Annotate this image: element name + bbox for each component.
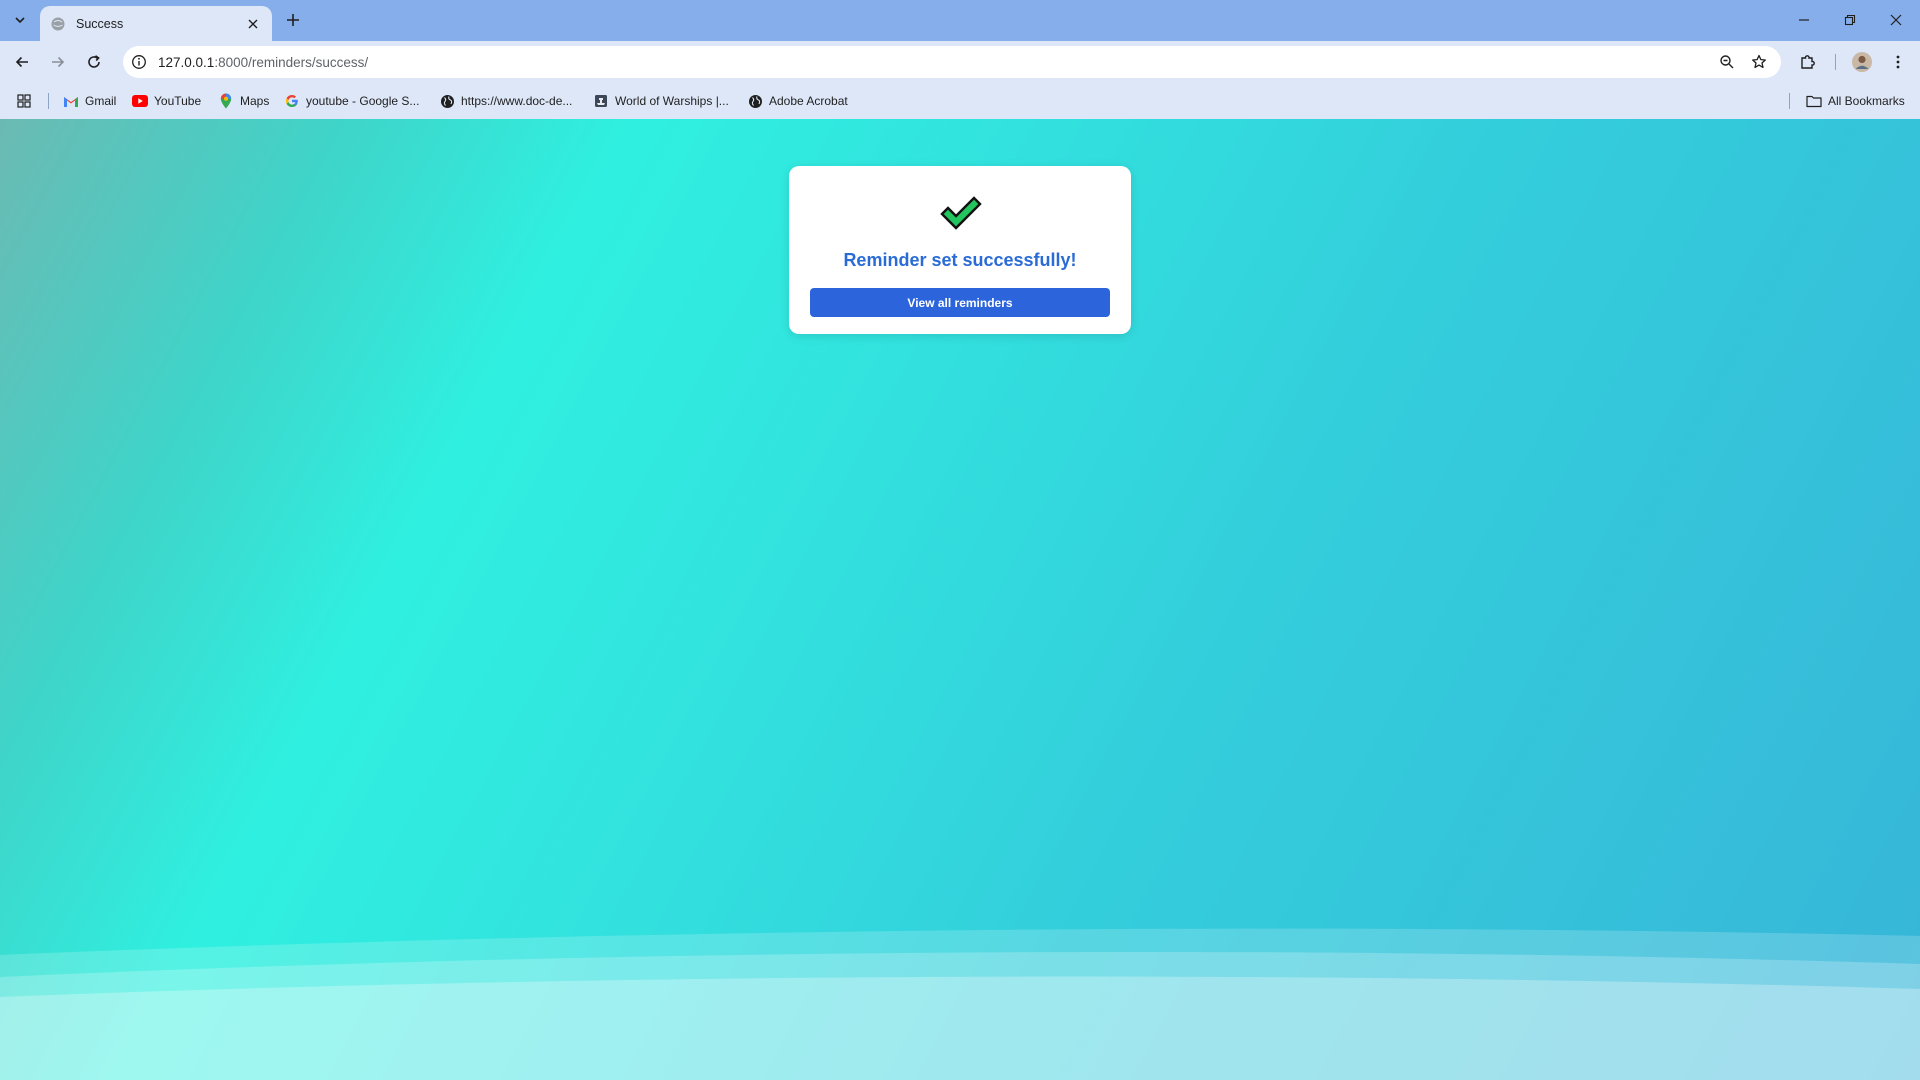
bookmarks-separator <box>48 93 49 109</box>
globe-icon <box>439 93 455 109</box>
checkmark-icon <box>940 196 982 230</box>
apps-grid-icon <box>16 93 32 109</box>
all-bookmarks-button[interactable]: All Bookmarks <box>1806 91 1905 111</box>
profile-avatar[interactable] <box>1848 48 1876 76</box>
maps-icon <box>218 93 234 109</box>
address-bar[interactable]: 127.0.0.1:8000/reminders/success/ <box>123 46 1781 78</box>
extensions-button[interactable] <box>1794 48 1822 76</box>
success-card: Reminder set successfully! View all remi… <box>789 166 1131 334</box>
minimize-button[interactable] <box>1781 0 1827 40</box>
warships-icon <box>593 93 609 109</box>
more-vert-icon <box>1896 55 1900 69</box>
new-tab-button[interactable] <box>281 8 305 32</box>
avatar-icon <box>1852 52 1872 72</box>
arrow-left-icon <box>15 56 28 68</box>
plus-icon <box>287 14 299 26</box>
bookmark-label: Maps <box>240 94 270 108</box>
bookmark-doc-de[interactable]: https://www.doc-de... <box>439 91 572 111</box>
bookmark-star-icon[interactable] <box>1747 50 1771 74</box>
browser-toolbar: 127.0.0.1:8000/reminders/success/ <box>0 41 1920 83</box>
google-icon <box>284 93 300 109</box>
bookmark-label: youtube - Google S... <box>306 94 420 108</box>
bookmark-label: Gmail <box>85 94 117 108</box>
bookmark-world-of-warships[interactable]: World of Warships |... <box>593 91 729 111</box>
url-text[interactable]: 127.0.0.1:8000/reminders/success/ <box>158 55 368 70</box>
forward-button[interactable] <box>44 48 72 76</box>
bookmark-google-search[interactable]: youtube - Google S... <box>284 91 419 111</box>
youtube-icon <box>132 93 148 109</box>
menu-button[interactable] <box>1884 48 1912 76</box>
page-viewport: Reminder set successfully! View all remi… <box>0 119 1920 1080</box>
minimize-icon <box>1799 19 1809 21</box>
reload-icon <box>88 55 100 68</box>
bookmarks-bar: Gmail YouTube Maps youtube - Google S...… <box>0 83 1920 119</box>
bookmarks-separator <box>1789 93 1790 109</box>
toolbar-separator <box>1835 54 1836 70</box>
url-path: :8000/reminders/success/ <box>214 54 369 70</box>
gmail-icon <box>63 93 79 109</box>
tab-search-button[interactable] <box>8 8 32 32</box>
bookmark-youtube[interactable]: YouTube <box>132 91 201 111</box>
bookmark-maps[interactable]: Maps <box>218 91 269 111</box>
active-tab[interactable]: Success <box>40 6 272 41</box>
view-all-reminders-button[interactable]: View all reminders <box>810 288 1110 317</box>
bookmark-adobe-acrobat[interactable]: Adobe Acrobat <box>747 91 848 111</box>
bookmark-label: Adobe Acrobat <box>769 94 848 108</box>
zoom-icon[interactable] <box>1715 50 1739 74</box>
globe-icon <box>50 16 66 32</box>
url-host: 127.0.0.1 <box>158 54 215 70</box>
bookmark-gmail[interactable]: Gmail <box>63 91 116 111</box>
tab-title: Success <box>76 16 124 31</box>
close-window-button[interactable] <box>1873 0 1919 40</box>
tab-strip: Success <box>0 0 1920 41</box>
all-bookmarks-label: All Bookmarks <box>1828 94 1905 108</box>
folder-icon <box>1806 93 1822 109</box>
bookmark-label: YouTube <box>154 94 202 108</box>
bookmark-label: https://www.doc-de... <box>461 94 573 108</box>
success-message: Reminder set successfully! <box>843 250 1077 270</box>
bookmark-label: World of Warships |... <box>615 94 729 108</box>
globe-icon <box>747 93 763 109</box>
restore-button[interactable] <box>1827 0 1873 40</box>
apps-button[interactable] <box>16 91 38 111</box>
arrow-right-icon <box>52 56 65 68</box>
restore-icon <box>1844 14 1856 26</box>
close-icon <box>1890 14 1902 26</box>
chevron-down-icon <box>15 17 25 24</box>
site-info-icon[interactable] <box>130 53 148 71</box>
reload-button[interactable] <box>80 48 108 76</box>
back-button[interactable] <box>8 48 36 76</box>
tab-close-icon[interactable] <box>244 15 262 33</box>
puzzle-icon <box>1801 55 1815 69</box>
